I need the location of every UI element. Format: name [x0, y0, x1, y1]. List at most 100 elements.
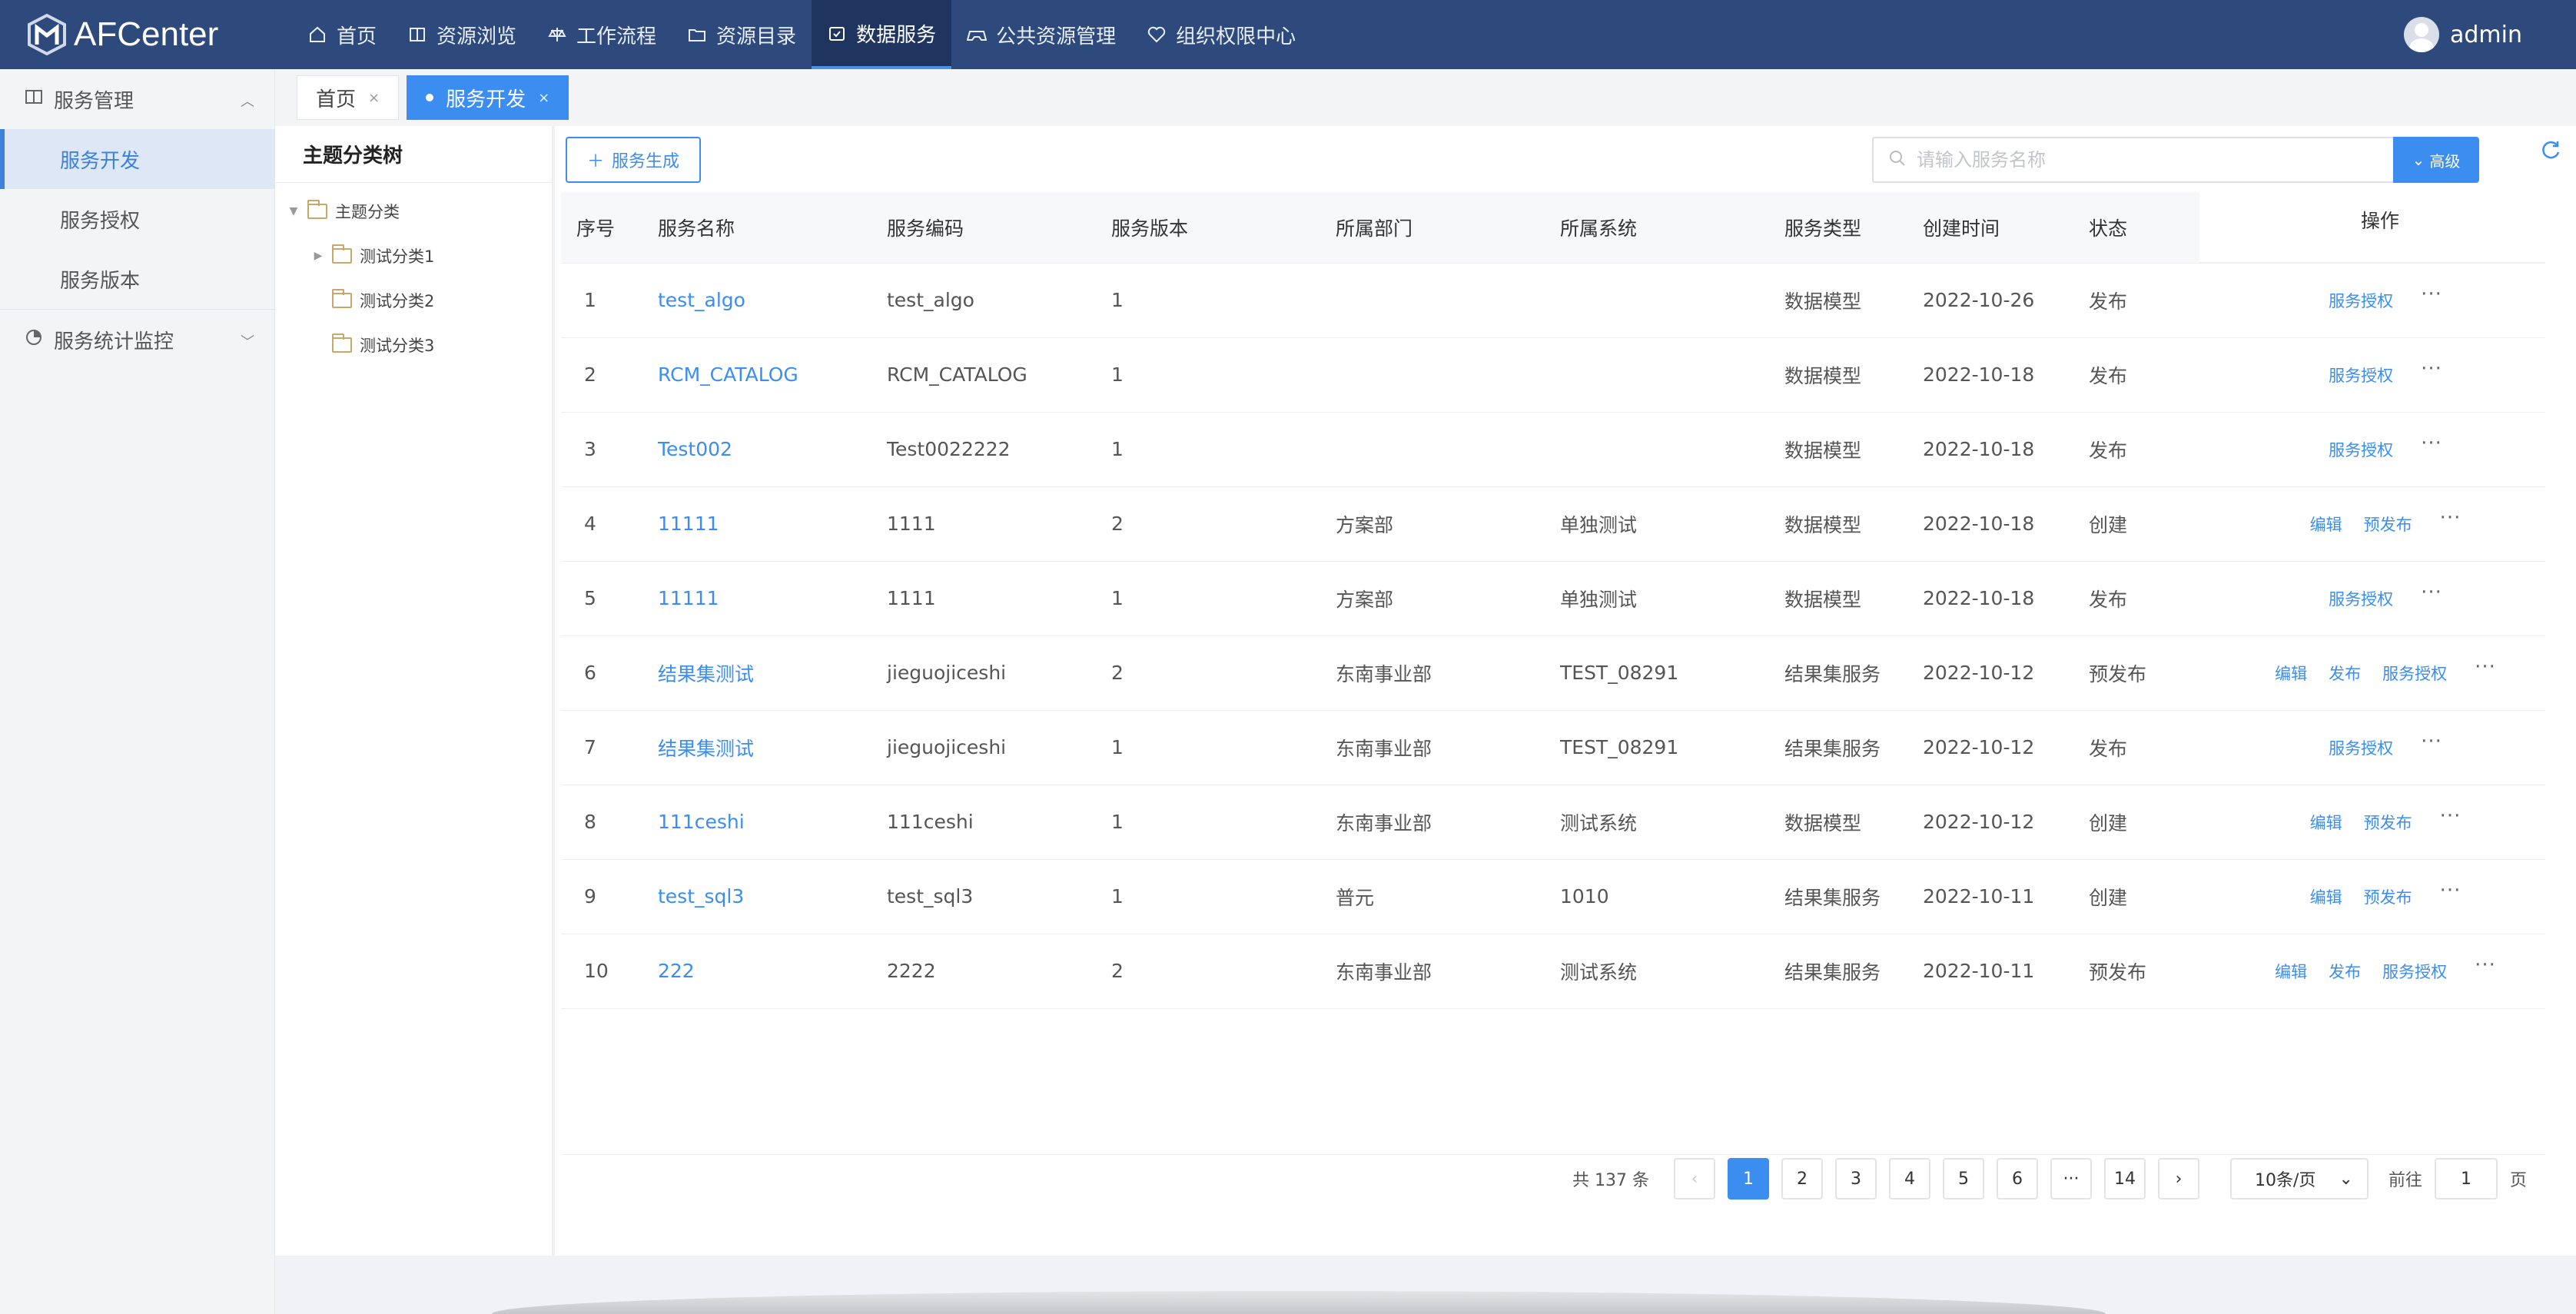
op-link[interactable]: 编辑	[2275, 963, 2307, 981]
sidebar-item-service-auth[interactable]: 服务授权	[0, 189, 274, 249]
tab-service-dev[interactable]: 服务开发 ×	[407, 75, 569, 120]
cell-name[interactable]: RCM_CATALOG	[642, 337, 871, 413]
cell-status: 发布	[2073, 412, 2199, 487]
next-page-button[interactable]: ›	[2157, 1158, 2199, 1200]
cell-seq: 3	[561, 412, 642, 487]
tab-home[interactable]: 首页 ×	[297, 75, 400, 120]
more-actions-icon[interactable]: ···	[2421, 357, 2442, 380]
op-link[interactable]: 服务授权	[2329, 739, 2393, 758]
sidebar: 服务管理 ︿ 服务开发 服务授权 服务版本 服务统计监控 ﹀	[0, 69, 275, 1314]
nav-resource-browse[interactable]: 资源浏览	[392, 0, 532, 69]
more-actions-icon[interactable]: ···	[2440, 506, 2461, 529]
nav-public-resource[interactable]: 公共资源管理	[951, 0, 1131, 69]
app-logo[interactable]: AFCenter	[0, 0, 292, 69]
cell-dept: 普元	[1320, 859, 1545, 934]
cell-ops: 服务授权 ···	[2199, 561, 2545, 636]
more-actions-icon[interactable]: ···	[2421, 432, 2442, 455]
cell-name[interactable]: 结果集测试	[642, 710, 871, 785]
more-actions-icon[interactable]: ···	[2421, 581, 2442, 604]
table-row: 6 结果集测试 jieguojiceshi 2 东南事业部 TEST_08291 结果集服务…	[561, 635, 2545, 711]
op-link[interactable]: 服务授权	[2329, 441, 2393, 460]
page-button[interactable]: 1	[1727, 1158, 1769, 1200]
op-link[interactable]: 编辑	[2310, 888, 2342, 907]
cell-code: 111ceshi	[871, 785, 1096, 860]
more-actions-icon[interactable]: ···	[2421, 283, 2442, 306]
op-link[interactable]: 发布	[2329, 665, 2361, 683]
cell-name[interactable]: 11111	[642, 486, 871, 562]
goto-page-input[interactable]	[2434, 1158, 2498, 1200]
page-button[interactable]: 14	[2103, 1158, 2146, 1200]
more-actions-icon[interactable]: ···	[2421, 730, 2442, 753]
prev-page-button[interactable]: ‹	[1673, 1158, 1715, 1200]
cell-dept: 东南事业部	[1320, 635, 1545, 711]
caret-right-icon[interactable]: ▶	[312, 250, 324, 262]
search-input[interactable]	[1917, 149, 2393, 171]
op-link[interactable]: 服务授权	[2382, 665, 2447, 683]
cell-name[interactable]: 11111	[642, 561, 871, 636]
op-link[interactable]: 预发布	[2364, 814, 2412, 832]
tree-node-child[interactable]: 测试分类3	[275, 323, 552, 367]
sidebar-item-service-version[interactable]: 服务版本	[0, 249, 274, 309]
op-link[interactable]: 编辑	[2310, 516, 2342, 534]
nav-resource-catalog[interactable]: 资源目录	[672, 0, 812, 69]
op-link[interactable]: 发布	[2329, 963, 2361, 981]
cell-name[interactable]: 结果集测试	[642, 635, 871, 711]
sidebar-group-service-monitor[interactable]: 服务统计监控 ﹀	[0, 310, 274, 370]
more-actions-icon[interactable]: ···	[2440, 879, 2461, 902]
page-button[interactable]: 6	[1996, 1158, 2038, 1200]
book-icon	[407, 25, 427, 45]
cell-name[interactable]: Test002	[642, 412, 871, 487]
cell-name[interactable]: test_sql3	[642, 859, 871, 934]
advanced-search-button[interactable]: ⌄ 高级	[2393, 137, 2479, 183]
category-tree-panel: 主题分类树 ▼ 主题分类 ▶ 测试分类1 测试分类2 测试分类3	[275, 126, 553, 1256]
page-button[interactable]: 4	[1888, 1158, 1930, 1200]
nav-workflow[interactable]: 工作流程	[532, 0, 672, 69]
cell-version: 1	[1096, 337, 1320, 413]
close-icon[interactable]: ×	[368, 90, 380, 106]
generate-service-button[interactable]: ＋ 服务生成	[566, 137, 701, 183]
more-actions-icon[interactable]: ···	[2440, 805, 2461, 828]
more-actions-icon[interactable]: ···	[2475, 655, 2496, 679]
page-button[interactable]: 2	[1781, 1158, 1823, 1200]
op-link[interactable]: 编辑	[2310, 814, 2342, 832]
sidebar-group-service-management[interactable]: 服务管理 ︿	[0, 69, 274, 129]
tree-node-root[interactable]: ▼ 主题分类	[275, 189, 552, 234]
search-icon	[1889, 150, 1906, 170]
tree-node-child[interactable]: ▶ 测试分类1	[275, 234, 552, 278]
folder-icon	[332, 244, 352, 264]
col-code: 服务编码	[871, 192, 1096, 264]
op-link[interactable]: 服务授权	[2382, 963, 2447, 981]
user-menu[interactable]: admin	[2404, 0, 2576, 69]
goto-prefix: 前往	[2388, 1171, 2422, 1190]
page-button[interactable]: 5	[1942, 1158, 1984, 1200]
cell-type: 结果集服务	[1769, 710, 1907, 785]
op-link[interactable]: 预发布	[2364, 516, 2412, 534]
more-actions-icon[interactable]: ···	[2475, 954, 2496, 977]
nav-home[interactable]: 首页	[292, 0, 392, 69]
cell-dept: 方案部	[1320, 561, 1545, 636]
cell-name[interactable]: 111ceshi	[642, 785, 871, 860]
gamepad-icon	[967, 25, 988, 45]
op-link[interactable]: 编辑	[2275, 665, 2307, 683]
op-link[interactable]: 服务授权	[2329, 367, 2393, 385]
op-link[interactable]: 服务授权	[2329, 292, 2393, 310]
op-link[interactable]: 预发布	[2364, 888, 2412, 907]
refresh-icon[interactable]	[2539, 138, 2562, 161]
nav-data-service[interactable]: 数据服务	[812, 0, 952, 69]
cell-name[interactable]: 222	[642, 934, 871, 1009]
tree-node-child[interactable]: 测试分类2	[275, 278, 552, 323]
page-size-select[interactable]: 10条/页 ⌄	[2229, 1158, 2369, 1200]
cell-system: TEST_08291	[1545, 635, 1769, 711]
caret-down-icon[interactable]: ▼	[287, 205, 300, 217]
sidebar-item-service-dev[interactable]: 服务开发	[0, 129, 274, 189]
nav-org-permission[interactable]: 组织权限中心	[1131, 0, 1311, 69]
op-link[interactable]: 服务授权	[2329, 590, 2393, 609]
page-button[interactable]: 3	[1834, 1158, 1877, 1200]
cell-dept: 方案部	[1320, 486, 1545, 562]
page-ellipsis[interactable]: ···	[2050, 1158, 2092, 1200]
close-icon[interactable]: ×	[538, 90, 549, 106]
table-row: 2 RCM_CATALOG RCM_CATALOG 1 数据模型 2022-10-18 发布…	[561, 337, 2545, 413]
cell-dept	[1320, 263, 1545, 338]
cell-created: 2022-10-12	[1907, 710, 2073, 785]
cell-name[interactable]: test_algo	[642, 263, 871, 338]
